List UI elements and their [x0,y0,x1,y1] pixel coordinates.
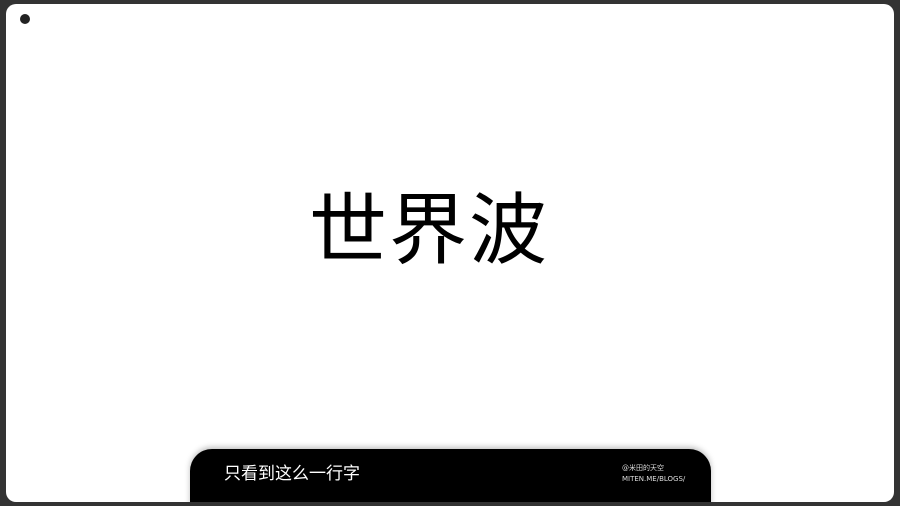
watermark-site-name: 思缘设计论坛 [716,8,789,22]
author-credit: @米田的天空 MITEN.ME/BLOGS/ [622,463,685,485]
credit-url: MITEN.ME/BLOGS/ [622,475,686,483]
site-watermark: 思缘设计论坛 WWW.MISSYUAN.COM [717,8,890,24]
dot-icon [20,14,30,24]
slide-canvas: 世界波 只看到这么一行字 @米田的天空 MITEN.ME/BLOGS/ [6,4,894,502]
caption-text: 只看到这么一行字 [224,464,360,484]
credit-author: @米田的天空 [622,464,664,472]
caption-bar: 只看到这么一行字 @米田的天空 MITEN.ME/BLOGS/ [190,449,711,502]
watermark-url: WWW.MISSYUAN.COM [798,12,890,21]
slide-headline: 世界波 [308,186,549,276]
